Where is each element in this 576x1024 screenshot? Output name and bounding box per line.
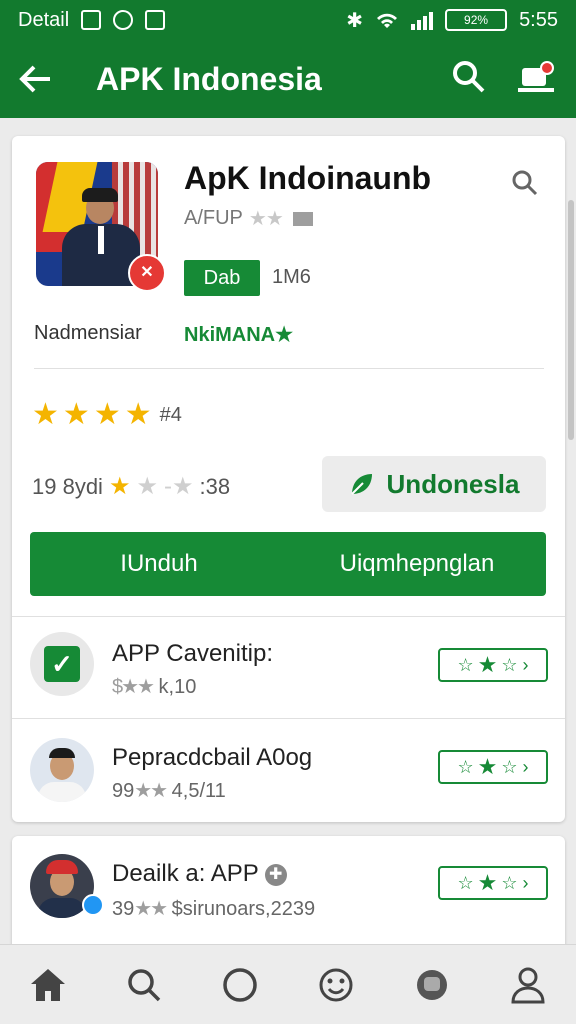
app-detail-card: ✕ ApK Indoinaunb A/FUP ★★ Dab 1M6 Nadmen… xyxy=(12,136,565,822)
status-left-label: Detail xyxy=(18,8,70,31)
nav-messages-button[interactable] xyxy=(402,955,462,1015)
search-icon xyxy=(128,968,161,1001)
update-button-label: Undonesla xyxy=(386,468,520,499)
star-icon: ★ xyxy=(32,398,59,431)
info-icon: ✚ xyxy=(264,863,287,886)
card-search-button[interactable] xyxy=(508,166,542,200)
user-icon xyxy=(511,967,545,1003)
update-button[interactable]: Undonesla xyxy=(322,456,546,512)
wifi-icon xyxy=(377,13,398,28)
notification-icon xyxy=(81,10,102,30)
leaf-icon xyxy=(350,474,372,495)
list-item-action-button[interactable]: ☆ ★ ☆ › xyxy=(438,866,548,900)
notifications-button[interactable] xyxy=(516,59,556,99)
rating-value: #4 xyxy=(159,403,182,426)
avatar xyxy=(30,738,94,802)
app-bar: APK Indonesia xyxy=(0,40,576,118)
list-item-title: Deailk a: APP ✚ xyxy=(112,860,287,888)
divider xyxy=(12,718,565,719)
signal-icon xyxy=(411,10,434,30)
smiley-icon xyxy=(319,968,353,1001)
status-time: 5:55 xyxy=(519,8,558,31)
nav-home-button[interactable] xyxy=(18,955,78,1015)
list-item-action-button[interactable]: ☆ ★ ☆ › xyxy=(438,648,548,682)
list-item-subtitle: 99★★ 4,5/11 xyxy=(112,780,226,802)
star-icon: ★ xyxy=(93,398,121,431)
star-icon: ★★ xyxy=(248,208,284,230)
list-item[interactable]: Deailk a: APP ✚ 39★★ $sirunoars,2239 ☆ ★ ☆ … xyxy=(12,836,565,936)
list-item-title: Pepracdcbail A0og xyxy=(112,744,313,771)
gallery-icon xyxy=(145,10,166,30)
star-icon: ★ xyxy=(136,473,158,500)
top-bar: Detail ✱ 92% 5:55 APK Indonesia xyxy=(0,0,576,118)
star-icon: ★ xyxy=(62,398,90,431)
search-button[interactable] xyxy=(452,60,486,99)
battery-level: 92% xyxy=(464,13,489,27)
nav-emoji-button[interactable] xyxy=(306,955,366,1015)
status-bar: Detail ✱ 92% 5:55 xyxy=(0,0,576,40)
page-title: APK Indonesia xyxy=(96,60,322,97)
search-icon xyxy=(512,170,538,196)
reviews-count: 19 8ydi xyxy=(32,474,103,499)
list-item[interactable]: Pepracdcbail A0og 99★★ 4,5/11 ☆ ★ ☆ › xyxy=(12,720,565,820)
star-icon: -★ xyxy=(163,473,194,500)
action-bar: IUnduh Uiqmhepnglan xyxy=(30,532,546,596)
reviews-row: 19 8ydi ★ ★ -★ :38 xyxy=(32,474,230,500)
list-item-subtitle: $★★ k,10 xyxy=(112,676,197,698)
home-icon xyxy=(31,968,65,1001)
star-icon: ★ xyxy=(108,473,131,500)
search-icon xyxy=(453,60,485,92)
country-label: Nadmensiar xyxy=(34,322,142,344)
back-button[interactable] xyxy=(0,40,70,118)
bottom-navigation xyxy=(0,944,576,1024)
chat-icon xyxy=(417,969,447,1000)
developer-line: A/FUP ★★ xyxy=(184,206,313,231)
app-size: 1M6 xyxy=(272,266,311,288)
list-item-subtitle: 39★★ $sirunoars,2239 xyxy=(112,898,316,920)
secondary-action-button[interactable]: Uiqmhepnglan xyxy=(288,550,546,578)
download-button[interactable]: IUnduh xyxy=(30,550,288,578)
rating-row: ★ ★ ★ ★ #4 xyxy=(32,400,182,430)
star-icon: ★ xyxy=(124,398,152,431)
divider xyxy=(12,616,565,617)
circle-icon xyxy=(223,967,257,1002)
mail-icon xyxy=(292,211,313,226)
tools-badge-icon: ✕ xyxy=(128,254,166,292)
list-item-title: APP Cavenitip: xyxy=(112,640,273,667)
notification-badge xyxy=(540,61,554,75)
scrollbar[interactable] xyxy=(568,200,574,440)
checkbox-avatar: ✓ xyxy=(30,632,94,696)
bluetooth-icon: ✱ xyxy=(346,9,364,32)
install-button[interactable]: Dab xyxy=(184,260,260,296)
check-icon: ✓ xyxy=(44,646,80,682)
divider xyxy=(34,368,544,369)
list-item-action-button[interactable]: ☆ ★ ☆ › xyxy=(438,750,548,784)
notification-icon xyxy=(113,10,134,30)
nav-search-button[interactable] xyxy=(114,955,174,1015)
reviews-score: :38 xyxy=(199,474,231,499)
developer-name: A/FUP xyxy=(184,207,243,229)
battery-icon: 92% xyxy=(445,9,508,31)
app-name: ApK Indoinaunb xyxy=(184,160,432,196)
arrow-left-icon xyxy=(19,65,50,93)
list-card: Deailk a: APP ✚ 39★★ $sirunoars,2239 ☆ ★ ☆ … xyxy=(12,836,565,956)
nav-profile-button[interactable] xyxy=(498,955,558,1015)
verified-icon xyxy=(82,894,104,916)
list-item[interactable]: ✓ APP Cavenitip: $★★ k,10 ☆ ★ ☆ › xyxy=(12,618,565,718)
category-link[interactable]: NkiMANA★ xyxy=(184,322,293,347)
nav-circle-button[interactable] xyxy=(210,955,270,1015)
